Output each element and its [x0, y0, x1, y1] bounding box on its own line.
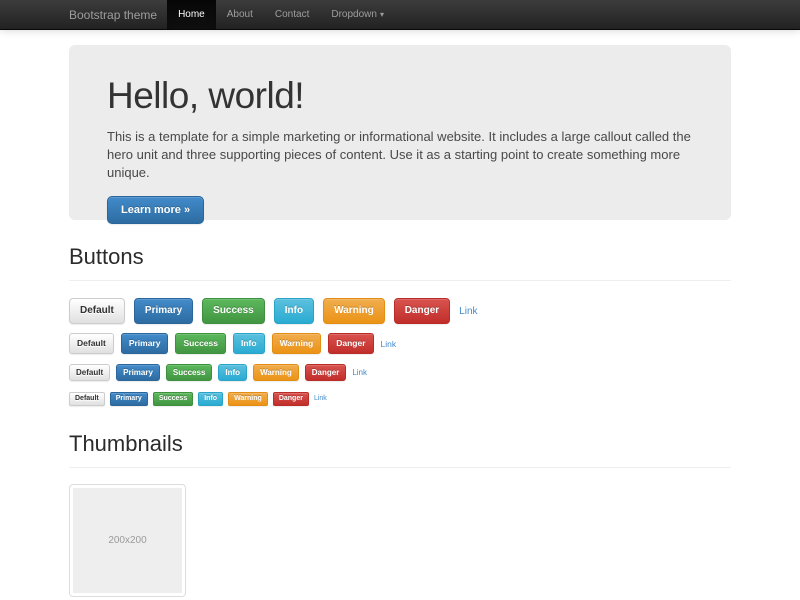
warning-button-sm[interactable]: Warning: [253, 364, 299, 381]
jumbotron-title: Hello, world!: [107, 75, 693, 117]
thumbnails-section-title: Thumbnails: [69, 431, 731, 468]
jumbotron: Hello, world! This is a template for a s…: [69, 45, 731, 220]
primary-button-sm[interactable]: Primary: [116, 364, 160, 381]
info-button-xs[interactable]: Info: [198, 392, 223, 406]
primary-button-xs[interactable]: Primary: [110, 392, 148, 406]
nav-item-about[interactable]: About: [216, 0, 264, 29]
nav-item-home[interactable]: Home: [167, 0, 216, 29]
success-button-md[interactable]: Success: [175, 333, 226, 354]
navbar: Bootstrap theme Home About Contact Dropd…: [0, 0, 800, 30]
default-button-lg[interactable]: Default: [69, 298, 125, 324]
danger-button-sm[interactable]: Danger: [305, 364, 347, 381]
warning-button-md[interactable]: Warning: [272, 333, 322, 354]
info-button-md[interactable]: Info: [233, 333, 265, 354]
learn-more-button[interactable]: Learn more »: [107, 196, 204, 224]
button-rows: DefaultPrimarySuccessInfoWarningDangerLi…: [69, 298, 731, 406]
danger-button-md[interactable]: Danger: [328, 333, 373, 354]
link-button-md[interactable]: Link: [381, 339, 397, 349]
button-row-lg: Default Primary Success Info Warning Danger Li…: [69, 298, 731, 324]
navbar-nav: Home About Contact Dropdown▾: [167, 0, 395, 29]
thumbnail[interactable]: 200x200: [69, 484, 186, 597]
default-button-sm[interactable]: Default: [69, 364, 110, 381]
button-row-sm: Default Primary Success Info Warning Danger Li…: [69, 364, 731, 381]
link-button-xs[interactable]: Link: [314, 395, 327, 402]
navbar-brand[interactable]: Bootstrap theme: [69, 0, 167, 29]
info-button-lg[interactable]: Info: [274, 298, 314, 324]
primary-button-lg[interactable]: Primary: [134, 298, 193, 324]
danger-button-lg[interactable]: Danger: [394, 298, 450, 324]
link-button-lg[interactable]: Link: [459, 306, 477, 317]
nav-item-dropdown-label: Dropdown: [331, 9, 377, 20]
danger-button-xs[interactable]: Danger: [273, 392, 309, 406]
warning-button-xs[interactable]: Warning: [228, 392, 268, 406]
chevron-down-icon: ▾: [380, 10, 384, 19]
link-button-sm[interactable]: Link: [352, 368, 367, 377]
thumbnail-placeholder-image: 200x200: [73, 488, 182, 593]
success-button-sm[interactable]: Success: [166, 364, 212, 381]
warning-button-lg[interactable]: Warning: [323, 298, 385, 324]
button-row-md: Default Primary Success Info Warning Danger Li…: [69, 333, 731, 354]
info-button-sm[interactable]: Info: [218, 364, 247, 381]
buttons-section-title: Buttons: [69, 244, 731, 281]
primary-button-md[interactable]: Primary: [121, 333, 169, 354]
nav-item-dropdown[interactable]: Dropdown▾: [320, 0, 395, 29]
success-button-xs[interactable]: Success: [153, 392, 193, 406]
jumbotron-body: This is a template for a simple marketin…: [107, 128, 693, 182]
default-button-xs[interactable]: Default: [69, 392, 105, 406]
default-button-md[interactable]: Default: [69, 333, 114, 354]
success-button-lg[interactable]: Success: [202, 298, 265, 324]
nav-item-contact[interactable]: Contact: [264, 0, 320, 29]
button-row-xs: Default Primary Success Info Warning Danger Li…: [69, 392, 731, 406]
